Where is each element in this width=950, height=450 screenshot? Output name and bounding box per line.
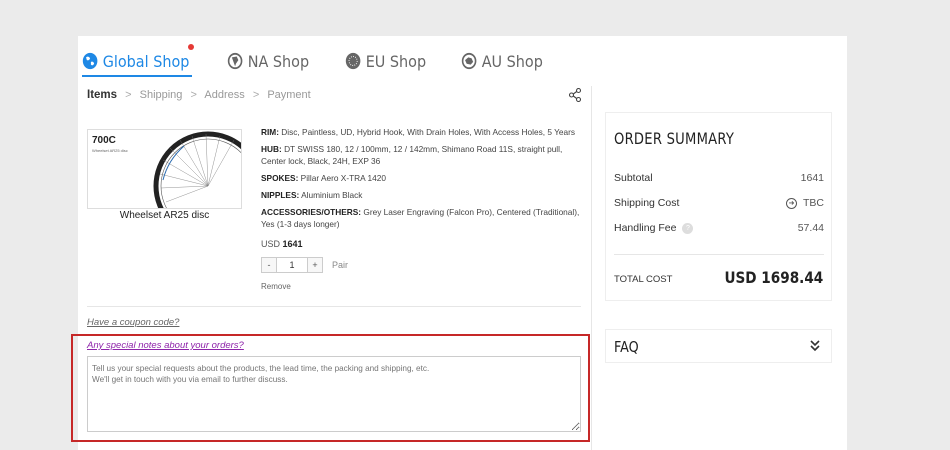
globe-icon: [82, 52, 98, 70]
breadcrumb-separator: >: [190, 89, 197, 101]
au-map-icon: [461, 52, 477, 70]
subtotal-label: Subtotal: [614, 172, 653, 184]
qty-increase-button[interactable]: +: [307, 257, 323, 273]
share-icon[interactable]: [569, 88, 581, 102]
spec-key: SPOKES:: [261, 173, 299, 183]
spec-key: HUB:: [261, 144, 282, 154]
handling-label-wrap: Handling Fee ?: [614, 222, 694, 234]
product-name[interactable]: Wheelset AR25 disc: [87, 210, 242, 221]
subtotal-row: Subtotal 1641: [614, 172, 824, 184]
breadcrumb: Items > Shipping > Address > Payment: [87, 89, 311, 101]
breadcrumb-separator: >: [252, 89, 260, 101]
coupon-link[interactable]: Have a coupon code?: [87, 317, 179, 328]
tab-label: EU Shop: [365, 51, 426, 71]
spec-value: Aluminium Black: [301, 190, 363, 200]
spec-accessories: ACCESSORIES/OTHERS: Grey Laser Engraving…: [261, 206, 583, 230]
spec-rim: RIM: Disc, Paintless, UD, Hybrid Hook, W…: [261, 126, 583, 138]
breadcrumb-step: Shipping: [139, 89, 183, 101]
special-notes-textarea[interactable]: [87, 356, 581, 432]
shipping-value: TBC: [803, 197, 824, 209]
qty-input[interactable]: 1: [277, 257, 307, 273]
faq-panel[interactable]: FAQ: [605, 329, 832, 363]
help-icon[interactable]: ?: [682, 222, 694, 234]
handling-value: 57.44: [797, 222, 824, 234]
spec-hub: HUB: DT SWISS 180, 12 / 100mm, 12 / 142m…: [261, 143, 583, 167]
price-currency: USD: [261, 239, 281, 249]
remove-link[interactable]: Remove: [261, 282, 291, 291]
tab-eu-shop[interactable]: EU Shop: [345, 46, 426, 76]
order-summary: ORDER SUMMARY Subtotal 1641 Shipping Cos…: [605, 112, 832, 301]
spec-spokes: SPOKES: Pillar Aero X-TRA 1420: [261, 172, 583, 184]
notification-dot: [188, 44, 194, 50]
tab-label: Global Shop: [102, 51, 190, 71]
spec-value: Pillar Aero X-TRA 1420: [300, 173, 386, 183]
column-divider: [591, 86, 592, 450]
cart-card: Global Shop NA Shop EU Shop AU Shop Item…: [71, 36, 847, 450]
double-chevron-down-icon[interactable]: [809, 339, 821, 353]
divider: [87, 306, 581, 307]
shop-tabs: Global Shop NA Shop EU Shop AU Shop: [82, 46, 578, 76]
wheel-illustration: [153, 131, 241, 208]
spec-value: Disc, Paintless, UD, Hybrid Hook, With D…: [281, 127, 576, 137]
qty-decrease-button[interactable]: -: [261, 257, 277, 273]
qty-unit: Pair: [332, 260, 349, 270]
active-tab-indicator: [82, 75, 192, 77]
tab-label: NA Shop: [248, 51, 310, 71]
spec-value: DT SWISS 180, 12 / 100mm, 12 / 142mm, Sh…: [261, 144, 563, 166]
arrow-right-circle-icon[interactable]: ➜: [786, 197, 797, 209]
spec-key: NIPPLES:: [261, 190, 300, 200]
product-price: USD 1641: [261, 239, 303, 249]
product-image[interactable]: 700C Wheelset AR25 disc: [87, 129, 242, 209]
total-value: USD 1698.44: [724, 268, 823, 287]
tab-label: AU Shop: [481, 51, 543, 71]
spec-nipples: NIPPLES: Aluminium Black: [261, 189, 583, 201]
special-notes-link[interactable]: Any special notes about your orders?: [87, 340, 244, 351]
breadcrumb-step: Payment: [267, 89, 311, 101]
shipping-cost: ➜ TBC: [786, 197, 824, 209]
breadcrumb-current: Items: [87, 89, 118, 101]
eu-stars-icon: [345, 52, 361, 70]
price-value: 1641: [282, 239, 303, 249]
spec-key: ACCESSORIES/OTHERS:: [261, 207, 362, 217]
breadcrumb-separator: >: [125, 89, 132, 101]
tab-na-shop[interactable]: NA Shop: [227, 46, 310, 76]
total-label: TOTAL COST: [614, 274, 673, 285]
summary-title: ORDER SUMMARY: [614, 129, 735, 148]
faq-label: FAQ: [614, 338, 639, 356]
product-specs: RIM: Disc, Paintless, UD, Hybrid Hook, W…: [261, 126, 583, 235]
handling-label: Handling Fee: [614, 222, 677, 234]
tab-au-shop[interactable]: AU Shop: [461, 46, 543, 76]
summary-divider: [614, 254, 824, 255]
na-map-icon: [228, 52, 243, 70]
subtotal-value: 1641: [800, 172, 824, 184]
breadcrumb-step: Address: [204, 89, 245, 101]
shipping-label: Shipping Cost: [614, 197, 680, 209]
shipping-row: Shipping Cost ➜ TBC: [614, 197, 824, 209]
spec-key: RIM:: [261, 127, 279, 137]
tab-global-shop[interactable]: Global Shop: [82, 46, 189, 76]
handling-row: Handling Fee ? 57.44: [614, 222, 824, 234]
quantity-stepper: - 1 + Pair: [261, 257, 348, 273]
